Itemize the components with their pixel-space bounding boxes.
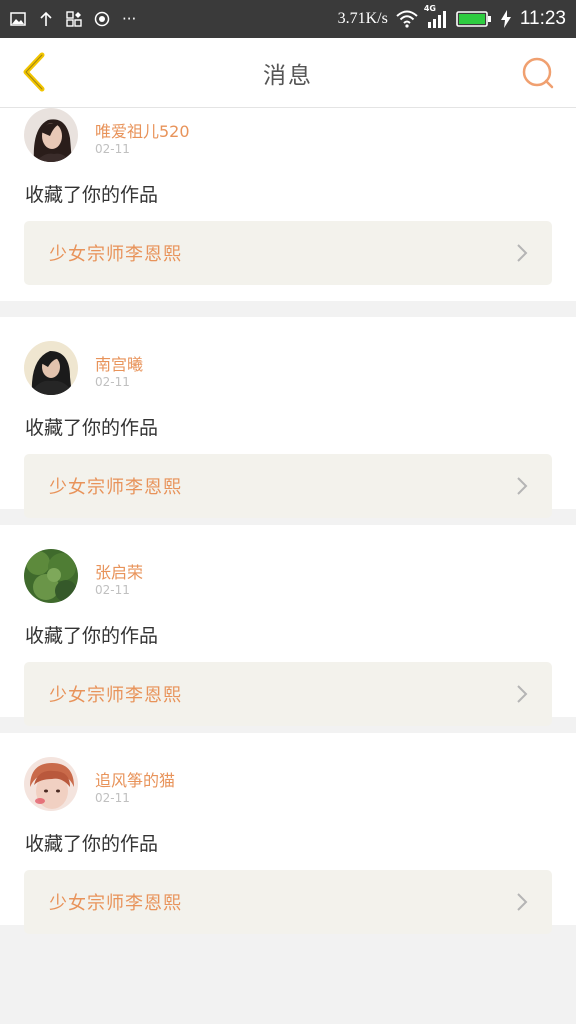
nav-bar: 消息 — [0, 38, 576, 108]
upload-icon — [38, 11, 54, 27]
chevron-right-icon — [517, 244, 528, 262]
clock: 11:23 — [519, 8, 566, 29]
back-button[interactable] — [14, 52, 54, 92]
record-icon — [94, 11, 110, 27]
work-title: 少女宗师李恩熙 — [49, 893, 182, 914]
work-title: 少女宗师李恩熙 — [49, 244, 182, 265]
work-title: 少女宗师李恩熙 — [49, 477, 182, 498]
signal-icon: 4G — [424, 4, 448, 28]
message-time: 02-11 — [95, 791, 130, 805]
action-text: 收藏了你的作品 — [25, 184, 159, 206]
avatar[interactable] — [24, 108, 78, 162]
back-arrow-icon — [23, 52, 45, 92]
search-icon — [522, 57, 554, 89]
chevron-right-icon — [517, 477, 528, 495]
action-text: 收藏了你的作品 — [25, 833, 159, 855]
action-text: 收藏了你的作品 — [25, 417, 159, 439]
message-item: 南宫曦 02-11 收藏了你的作品 少女宗师李恩熙 — [0, 317, 576, 518]
more-notifications: ··· — [122, 10, 137, 28]
message-item: 唯爱祖儿520 02-11 收藏了你的作品 少女宗师李恩熙 — [0, 108, 576, 301]
wifi-icon — [396, 10, 418, 28]
user-name[interactable]: 追风筝的猫 — [95, 767, 175, 791]
message-time: 02-11 — [95, 375, 130, 389]
charging-icon — [500, 10, 512, 28]
work-link[interactable]: 少女宗师李恩熙 — [24, 870, 552, 934]
message-time: 02-11 — [95, 142, 130, 156]
work-link[interactable]: 少女宗师李恩熙 — [24, 662, 552, 726]
avatar[interactable] — [24, 549, 78, 603]
avatar[interactable] — [24, 757, 78, 811]
action-text: 收藏了你的作品 — [25, 625, 159, 647]
message-item: 张启荣 02-11 收藏了你的作品 少女宗师李恩熙 — [0, 525, 576, 726]
avatar[interactable] — [24, 341, 78, 395]
battery-icon — [456, 10, 492, 28]
apps-icon — [66, 11, 82, 27]
search-button[interactable] — [520, 55, 556, 91]
message-list: 唯爱祖儿520 02-11 收藏了你的作品 少女宗师李恩熙 南宫曦 02-11 … — [0, 108, 576, 941]
work-link[interactable]: 少女宗师李恩熙 — [24, 454, 552, 518]
message-time: 02-11 — [95, 583, 130, 597]
chevron-right-icon — [517, 685, 528, 703]
work-link[interactable]: 少女宗师李恩熙 — [24, 221, 552, 285]
user-name[interactable]: 南宫曦 — [95, 351, 143, 375]
work-title: 少女宗师李恩熙 — [49, 685, 182, 706]
user-name[interactable]: 唯爱祖儿520 — [95, 118, 190, 142]
divider — [0, 301, 576, 317]
chevron-right-icon — [517, 893, 528, 911]
user-name[interactable]: 张启荣 — [95, 559, 143, 583]
status-bar: ··· 3.71K/s 4G 11:23 — [0, 0, 576, 38]
page-title: 消息 — [263, 62, 313, 89]
image-icon — [10, 12, 26, 26]
message-item: 追风筝的猫 02-11 收藏了你的作品 少女宗师李恩熙 — [0, 733, 576, 934]
network-speed: 3.71K/s — [337, 10, 388, 27]
network-type: 4G — [423, 4, 436, 13]
